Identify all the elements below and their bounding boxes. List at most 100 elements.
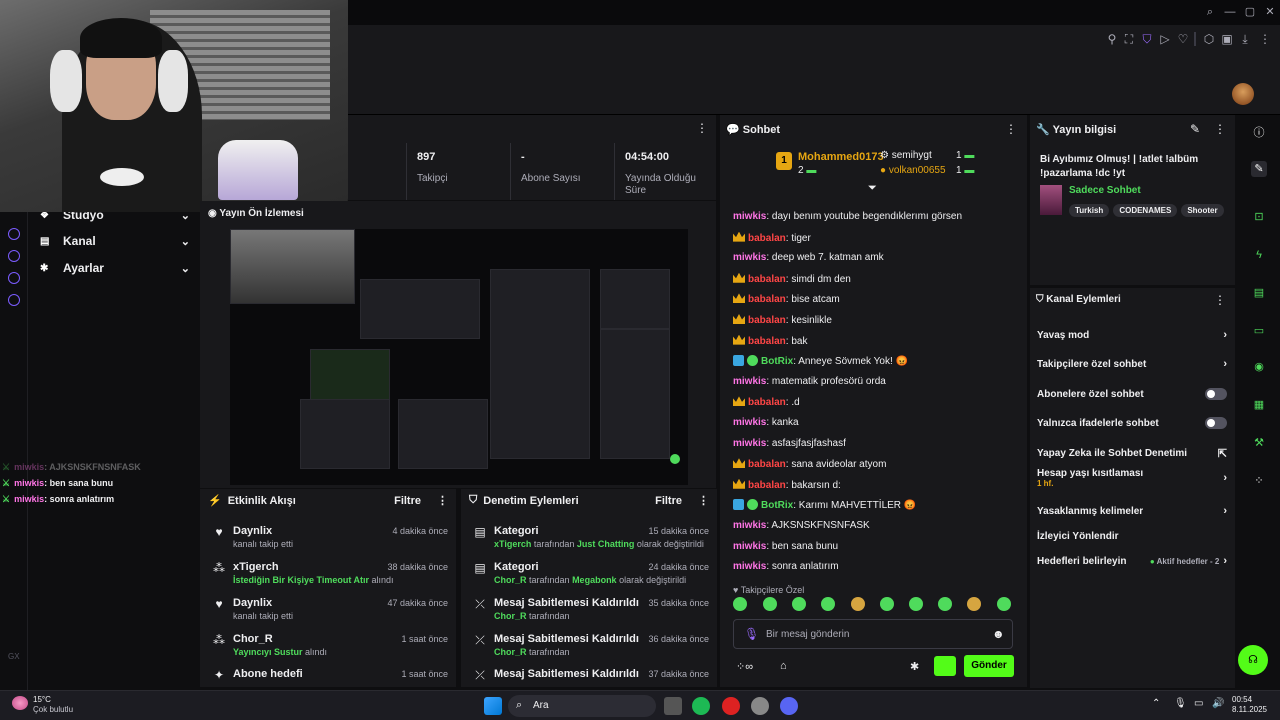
chat-username[interactable]: miwkis [733,438,766,449]
filter-button[interactable]: Filtre [655,495,682,507]
chat-username[interactable]: miwkis [733,417,766,428]
tray-chevron-icon[interactable]: ⌃ [1152,698,1160,709]
screenshot-icon[interactable]: ⛶ [1122,32,1136,46]
filter-button[interactable]: Filtre [394,495,421,507]
bolt-icon[interactable]: ϟ [1251,247,1267,263]
chat-username[interactable]: miwkis [733,211,766,222]
channel-action[interactable]: Yavaş mod › [1037,325,1227,345]
more-icon[interactable]: ⋮ [1214,122,1226,136]
chat-username[interactable]: babalan [748,480,786,491]
extension-icon[interactable]: ⬡ [1202,32,1216,46]
network-icon[interactable]: ▭ [1194,698,1203,709]
scan-icon[interactable]: ⊡ [1251,209,1267,225]
maximize-icon[interactable]: ▢ [1244,6,1256,18]
spotify-icon[interactable] [692,697,710,715]
emote[interactable] [967,597,981,611]
chat-username[interactable]: miwkis [733,252,766,263]
chat-username[interactable]: babalan [748,294,786,305]
chat-username[interactable]: babalan [748,336,786,347]
kick-icon[interactable] [934,656,956,676]
avatar[interactable] [1232,83,1254,105]
chat-icon[interactable]: ▭ [1251,323,1267,339]
discord-icon[interactable] [780,697,798,715]
emote[interactable] [821,597,835,611]
channel-action[interactable]: Abonelere özel sohbet [1037,384,1227,404]
chat-username[interactable]: babalan [748,315,786,326]
emote[interactable] [880,597,894,611]
close-icon[interactable]: ✕ [1264,6,1276,18]
channel-action[interactable]: İzleyici Yönlendir [1037,526,1227,546]
people-icon[interactable] [8,272,20,284]
emote[interactable] [763,597,777,611]
opera-icon[interactable] [722,697,740,715]
nav-channel[interactable]: ▤ Kanal ⌄ [40,231,190,251]
mic-icon[interactable]: 🎙 [1174,698,1187,709]
toggle-switch[interactable] [1205,417,1227,429]
support-icon[interactable]: ☊ [1238,645,1268,675]
channel-action[interactable]: Hesap yaşı kısıtlaması 1 hf. › [1037,468,1227,488]
emote[interactable] [909,597,923,611]
trophy-icon[interactable] [8,250,20,262]
more-icon[interactable]: ⋮ [696,121,708,135]
chat-username[interactable]: miwkis [733,541,766,552]
emote[interactable] [733,597,747,611]
channel-action[interactable]: Yasaklanmış kelimeler › [1037,501,1227,521]
chat-username[interactable]: babalan [748,233,786,244]
channel-action[interactable]: Takipçilere özel sohbet › [1037,354,1227,374]
collapse-icon[interactable]: ⏷ [868,182,877,195]
box-icon[interactable]: ▣ [1220,32,1234,46]
broadcast-icon[interactable]: ◉ [1251,359,1267,375]
edit-icon[interactable]: ✎ [1251,161,1267,177]
chat-username[interactable]: miwkis [733,376,766,387]
chat-username[interactable]: BotRix [761,356,793,367]
settings-icon[interactable] [8,294,20,306]
edit-icon[interactable]: ✎ [1190,122,1200,136]
wrench-icon[interactable]: ⚒ [1251,435,1267,451]
layout-icon[interactable]: ▦ [1251,397,1267,413]
emote[interactable] [851,597,865,611]
more-icon[interactable]: ⋮ [1214,293,1226,307]
emote[interactable] [997,597,1011,611]
stream-preview-video[interactable] [230,229,688,485]
emote[interactable] [938,597,952,611]
chat-username[interactable]: babalan [748,274,786,285]
minimize-icon[interactable]: — [1224,6,1236,18]
document-icon[interactable]: ▤ [1251,285,1267,301]
shield-icon[interactable]: ⛉ [1140,32,1154,46]
chat-username[interactable]: miwkis [733,561,766,572]
chat-username[interactable]: BotRix [761,500,793,511]
emoji-icon[interactable]: ☻ [992,627,1005,641]
search-icon[interactable]: ⌕ [1204,6,1216,18]
mic-icon[interactable]: 🎙 [744,627,759,641]
apps-icon[interactable]: ⁘ [1251,473,1267,489]
more-icon[interactable]: ⋮ [437,494,448,507]
windows-start-icon[interactable] [484,697,502,715]
taskbar-search[interactable]: ⌕ Ara [508,695,656,717]
user-icon[interactable]: ⁘∞ [736,660,753,673]
chat-username[interactable]: babalan [748,397,786,408]
nav-settings[interactable]: ✱ Ayarlar ⌄ [40,258,190,278]
chat-username[interactable]: miwkis [733,520,766,531]
store-icon[interactable]: ⌂ [780,660,787,672]
menu-icon[interactable]: ⋮ [1258,32,1272,46]
pin-icon[interactable]: ⚲ [1105,32,1119,46]
chat-input[interactable]: 🎙 Bir mesaj gönderin ☻ [733,619,1013,649]
channel-action[interactable]: Hedefleri belirleyin ● Aktif hedefler - 2… [1037,551,1227,571]
volume-icon[interactable]: 🔊 [1212,698,1224,709]
download-icon[interactable]: ⤓ [1238,32,1252,46]
emote[interactable] [792,597,806,611]
toggle-switch[interactable] [1205,388,1227,400]
heart-icon[interactable]: ♡ [1176,32,1190,46]
category-name[interactable]: Sadece Sohbet [1069,185,1141,196]
clock-time[interactable]: 00:54 [1232,695,1252,704]
info-icon[interactable]: ⓘ [1251,125,1267,141]
more-icon[interactable]: ⋮ [698,494,709,507]
clock-date[interactable]: 8.11.2025 [1232,705,1267,714]
gear-icon[interactable]: ✱ [910,660,919,673]
more-icon[interactable]: ⋮ [1005,122,1017,136]
steam-icon[interactable] [751,697,769,715]
compass-icon[interactable] [8,228,20,240]
taskview-icon[interactable] [664,697,682,715]
play-icon[interactable]: ▷ [1158,32,1172,46]
channel-action[interactable]: Yapay Zeka ile Sohbet Denetimi ⇱ [1037,443,1227,463]
